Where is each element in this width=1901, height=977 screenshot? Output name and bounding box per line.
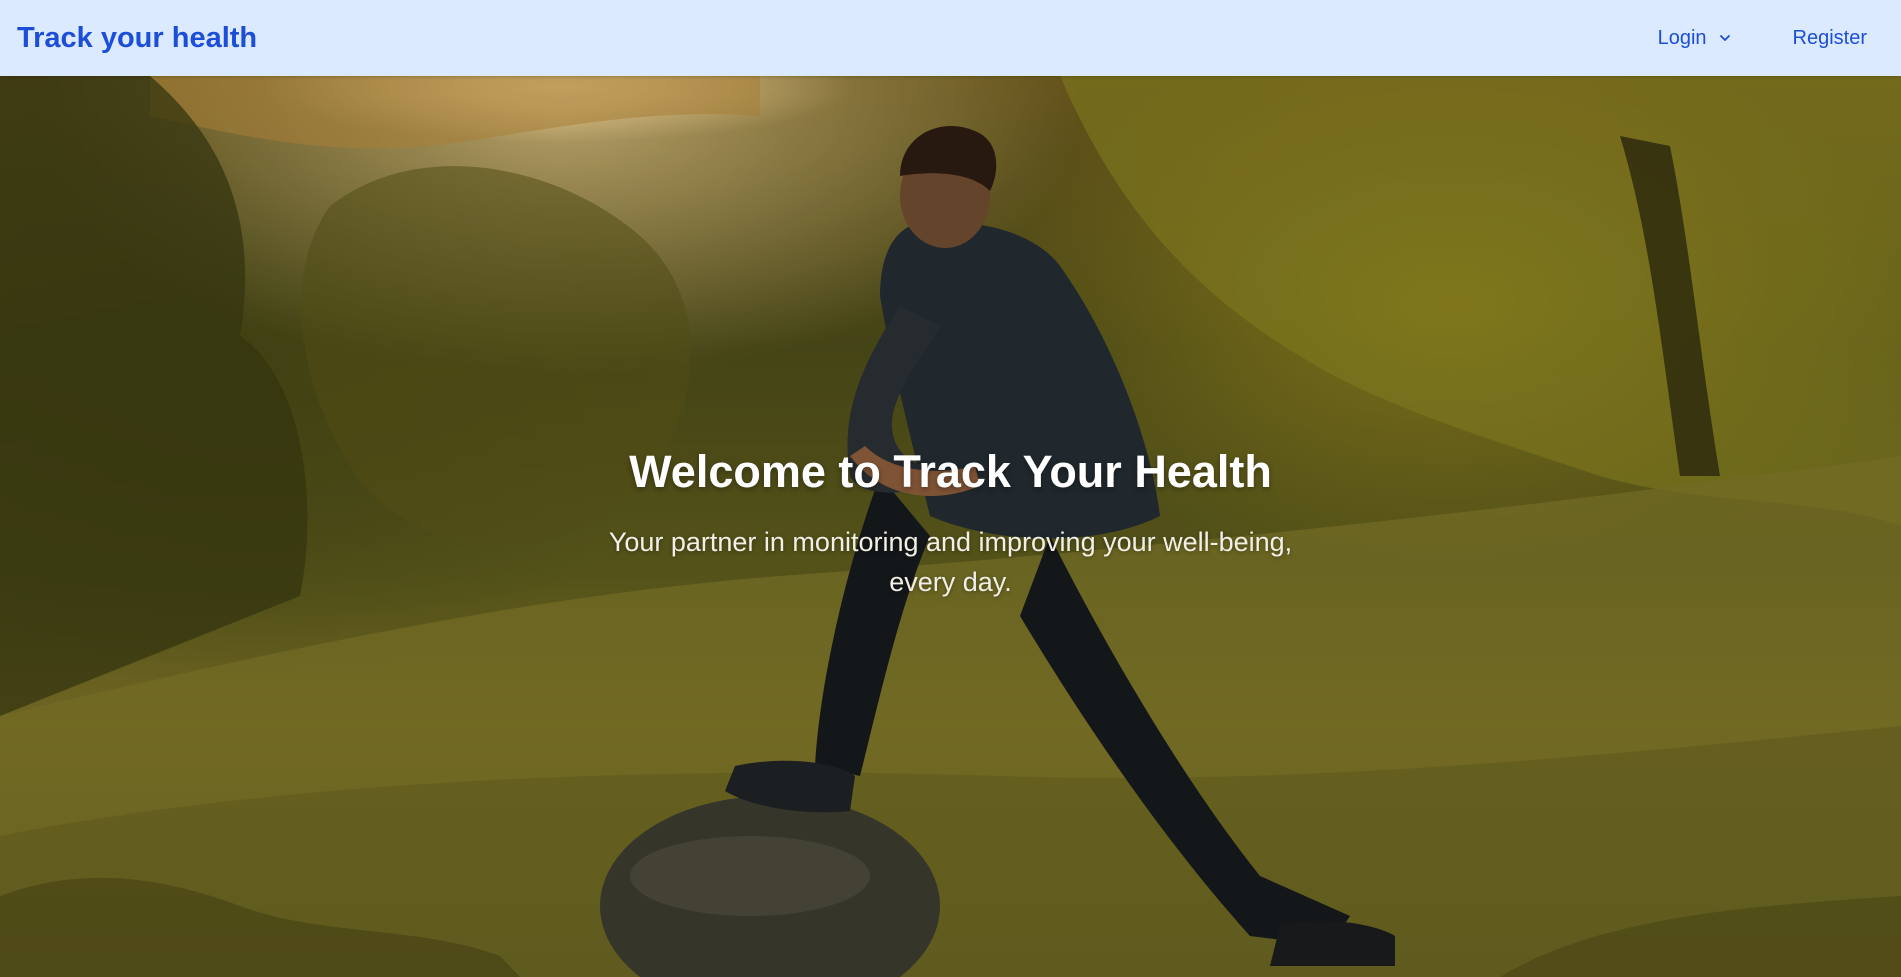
hero-subtitle: Your partner in monitoring and improving…	[608, 526, 1293, 597]
nav-links: Login Register	[1658, 27, 1867, 50]
hero-section: Welcome to Track Your Health Your partne…	[0, 76, 1901, 977]
hero-content: Welcome to Track Your Health Your partne…	[0, 446, 1901, 602]
login-label: Login	[1657, 26, 1707, 49]
login-dropdown-button[interactable]: Login	[1658, 27, 1731, 50]
brand-logo-link[interactable]: Track your health	[17, 22, 257, 55]
chevron-down-icon	[1719, 32, 1731, 44]
register-link[interactable]: Register	[1793, 27, 1867, 50]
top-navbar: Track your health Login Register	[0, 0, 1901, 76]
hero-title: Welcome to Track Your Health	[629, 446, 1272, 497]
